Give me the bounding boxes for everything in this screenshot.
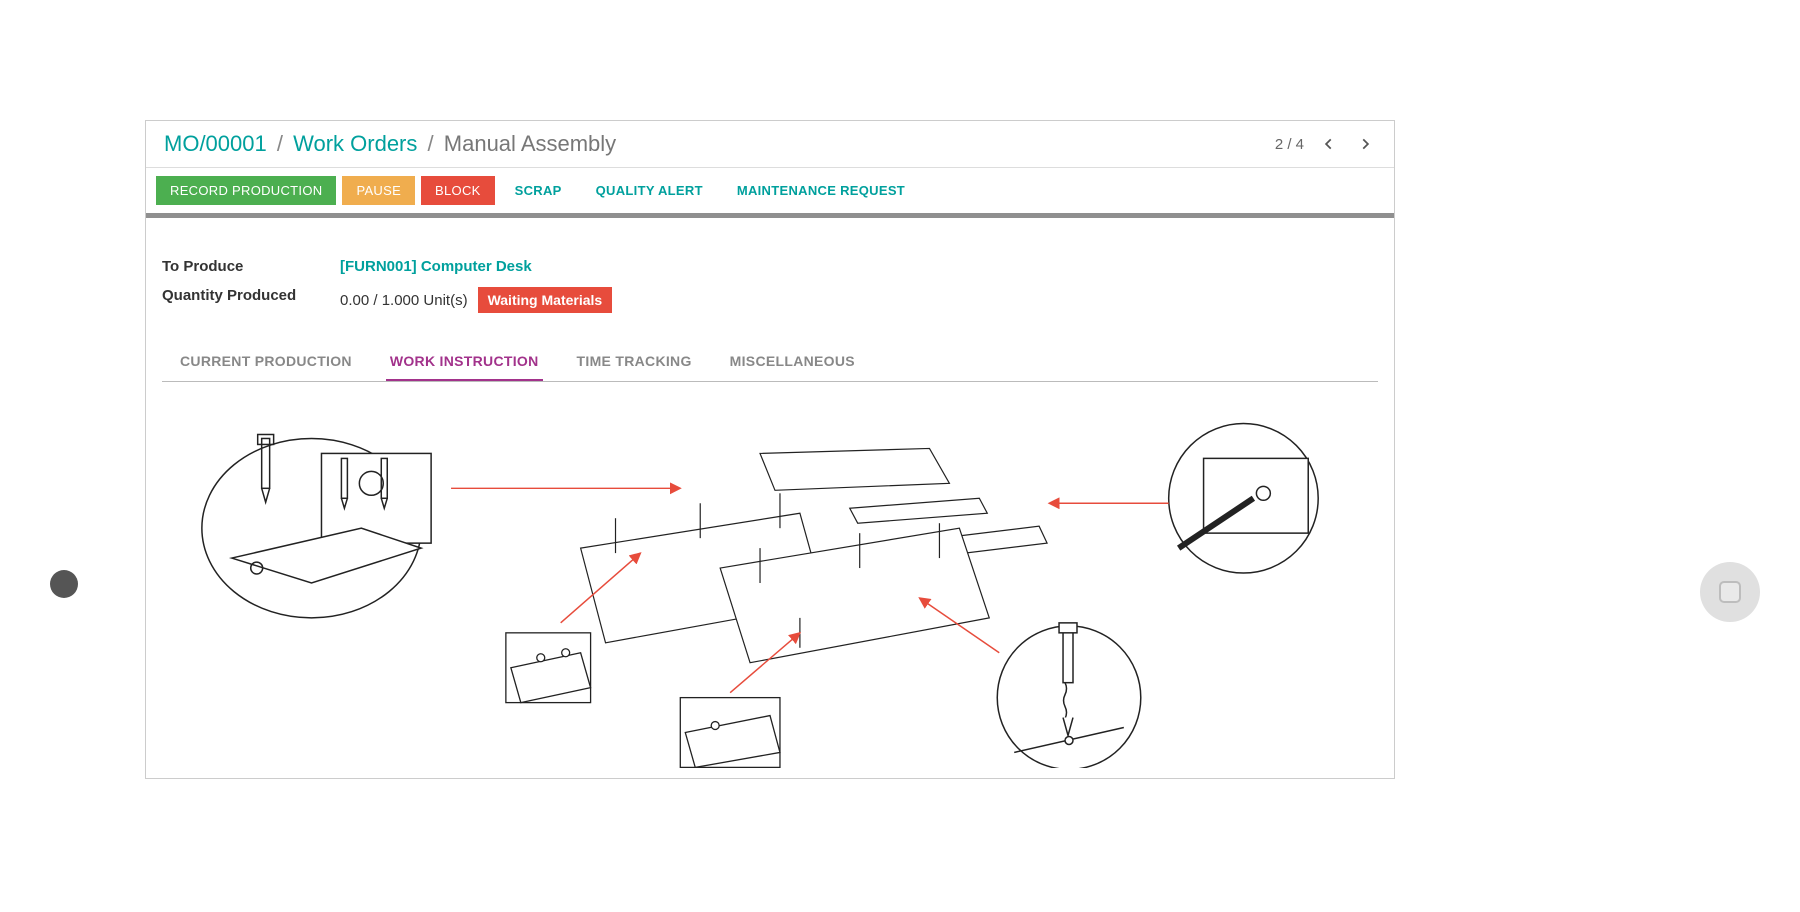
scrap-button[interactable]: SCRAP	[501, 176, 576, 205]
quantity-produced-label: Quantity Produced	[162, 287, 332, 313]
chevron-right-icon	[1358, 137, 1372, 151]
breadcrumb-current: Manual Assembly	[444, 131, 616, 156]
breadcrumb: MO/00001 / Work Orders / Manual Assembly	[164, 131, 616, 157]
record-production-button[interactable]: RECORD PRODUCTION	[156, 176, 336, 205]
tab-time-tracking[interactable]: TIME TRACKING	[573, 343, 696, 381]
maintenance-request-button[interactable]: MAINTENANCE REQUEST	[723, 176, 919, 205]
quantity-text: 0.00 / 1.000 Unit(s)	[340, 292, 468, 309]
breadcrumb-sep: /	[428, 131, 434, 156]
to-produce-label: To Produce	[162, 258, 332, 275]
device-home-button[interactable]	[1700, 562, 1760, 622]
work-instruction-diagram	[162, 398, 1378, 768]
pager-counter: 2 / 4	[1275, 136, 1304, 153]
block-button[interactable]: BLOCK	[421, 176, 495, 205]
pager: 2 / 4	[1275, 135, 1376, 153]
pager-prev-button[interactable]	[1318, 135, 1340, 153]
product-link[interactable]: [FURN001] Computer Desk	[340, 258, 532, 275]
breadcrumb-work-orders[interactable]: Work Orders	[293, 131, 417, 156]
tab-work-instruction[interactable]: WORK INSTRUCTION	[386, 343, 543, 381]
home-icon	[1719, 581, 1741, 603]
device-dot-icon	[50, 570, 78, 598]
action-bar: RECORD PRODUCTION PAUSE BLOCK SCRAP QUAL…	[146, 168, 1394, 218]
header-row: MO/00001 / Work Orders / Manual Assembly…	[146, 121, 1394, 168]
status-badge: Waiting Materials	[478, 287, 613, 313]
quality-alert-button[interactable]: QUALITY ALERT	[582, 176, 717, 205]
breadcrumb-sep: /	[277, 131, 283, 156]
breadcrumb-mo[interactable]: MO/00001	[164, 131, 267, 156]
tab-current-production[interactable]: CURRENT PRODUCTION	[176, 343, 356, 381]
pause-button[interactable]: PAUSE	[342, 176, 415, 205]
chevron-left-icon	[1322, 137, 1336, 151]
work-order-panel: MO/00001 / Work Orders / Manual Assembly…	[145, 120, 1395, 779]
content-area: To Produce [FURN001] Computer Desk Quant…	[146, 218, 1394, 778]
quantity-produced-value: 0.00 / 1.000 Unit(s) Waiting Materials	[340, 287, 1378, 313]
tab-miscellaneous[interactable]: MISCELLANEOUS	[726, 343, 859, 381]
pager-next-button[interactable]	[1354, 135, 1376, 153]
tabs: CURRENT PRODUCTION WORK INSTRUCTION TIME…	[162, 343, 1378, 382]
info-grid: To Produce [FURN001] Computer Desk Quant…	[162, 258, 1378, 313]
